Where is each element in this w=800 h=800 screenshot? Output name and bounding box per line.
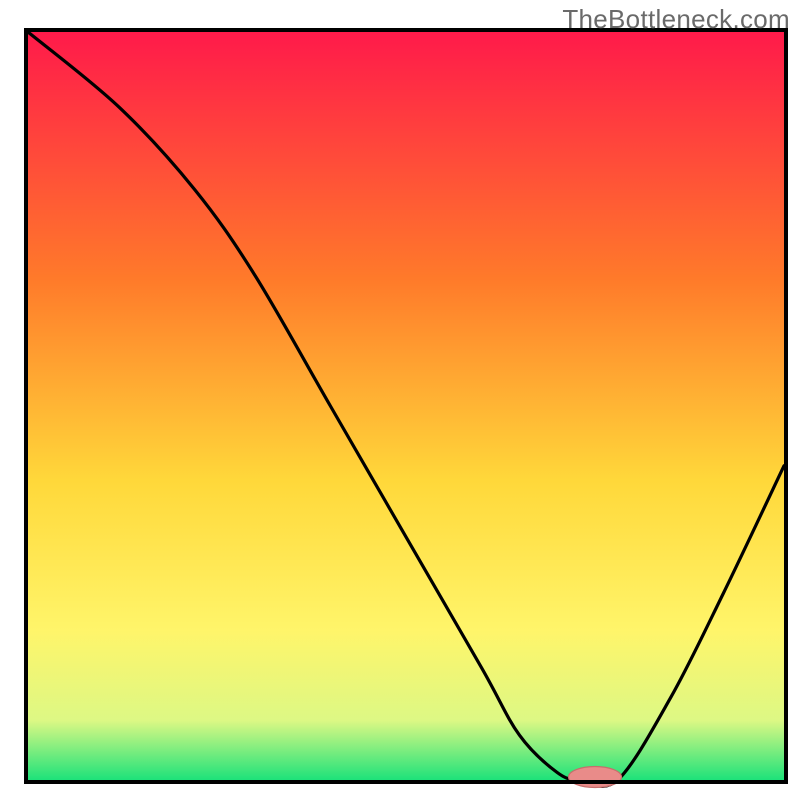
plot-background xyxy=(28,32,784,780)
optimum-marker xyxy=(569,767,622,788)
plot-area xyxy=(26,30,786,787)
watermark-text: TheBottleneck.com xyxy=(562,4,790,35)
chart-container: TheBottleneck.com xyxy=(0,0,800,800)
bottleneck-plot xyxy=(0,0,800,800)
